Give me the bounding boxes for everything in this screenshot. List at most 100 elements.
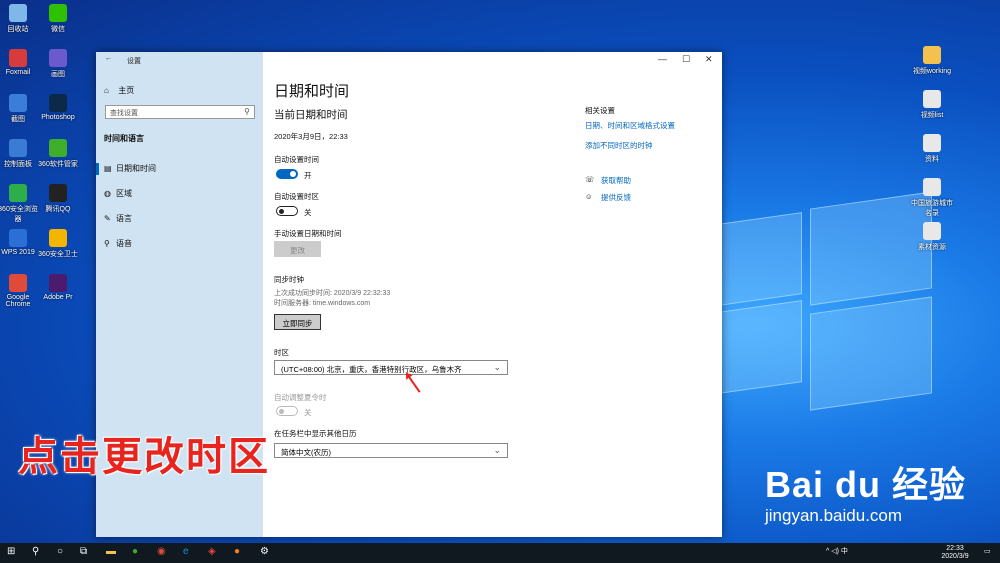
add-clocks-link[interactable]: 添加不同时区的时钟 — [585, 140, 653, 151]
cortana-icon[interactable]: ○ — [57, 546, 63, 557]
desktop-icon-label: 画图 — [51, 71, 65, 78]
sync-title: 同步时钟 — [274, 275, 304, 284]
sync-last-time: 上次成功同步时间: 2020/3/9 22:32:33 — [274, 290, 391, 297]
chrome-icon[interactable]: ◉ — [157, 546, 166, 557]
app-icon — [9, 184, 27, 202]
app-icon — [9, 229, 27, 247]
desktop-icon-label: WPS 2019 — [1, 249, 35, 256]
notification-icon[interactable]: ▭ — [984, 548, 991, 556]
task-view-icon[interactable]: ⧉ — [80, 546, 87, 557]
back-icon[interactable]: ← — [105, 55, 112, 62]
app-icon — [923, 90, 941, 108]
dst-label: 自动调整夏令时 — [274, 393, 327, 402]
clock-date: 2020/3/9 — [941, 553, 969, 560]
desktop-icon-label: 腾讯QQ — [45, 206, 71, 213]
app-icon — [49, 139, 67, 157]
change-button[interactable]: 更改 — [274, 241, 321, 257]
desktop-icon-label: 回收站 — [7, 26, 29, 33]
app-icon — [923, 134, 941, 152]
app-icon — [923, 46, 941, 64]
search-placeholder: 查找设置 — [110, 110, 138, 117]
desktop-icon[interactable]: 中国旅游城市名录 — [910, 178, 954, 218]
file-explorer-icon[interactable]: ▬ — [106, 546, 116, 557]
language-icon: ✎ — [104, 214, 111, 223]
desktop-icon[interactable]: 腾讯QQ — [36, 184, 80, 214]
sidebar-item[interactable]: ⚲ 语音 — [104, 238, 132, 249]
auto-zone-toggle[interactable] — [276, 206, 298, 216]
360-browser-icon[interactable]: ● — [132, 546, 138, 557]
get-help-link[interactable]: 获取帮助 — [601, 175, 631, 186]
sidebar-item-label: 日期和时间 — [116, 164, 156, 173]
timezone-dropdown[interactable]: (UTC+08:00) 北京，重庆，香港特别行政区，乌鲁木齐 ⌄ — [274, 360, 508, 375]
desktop-icon[interactable]: 视频list — [910, 90, 954, 120]
sidebar-item-label: 语言 — [116, 214, 132, 223]
tutorial-caption: 点击更改时区 — [18, 435, 270, 479]
current-datetime: 2020年3月9日，22:33 — [274, 132, 348, 141]
desktop-icon[interactable]: 资料 — [910, 134, 954, 164]
desktop-icon[interactable]: 360安全卫士 — [36, 229, 80, 259]
desktop-icon-label: 素材资源 — [918, 244, 946, 251]
sidebar-home[interactable]: ⌂ 主页 — [104, 85, 134, 96]
dst-toggle — [276, 406, 298, 416]
desktop-icon-label: 资料 — [925, 156, 939, 163]
desktop-icon[interactable]: WPS 2019 — [0, 229, 40, 256]
system-tray-icons[interactable]: ^ ◁) 中 — [826, 548, 848, 556]
windows-logo-wallpaper — [690, 191, 932, 411]
auto-zone-state: 关 — [304, 208, 312, 217]
desktop-icon[interactable]: 微信 — [36, 4, 80, 34]
clock[interactable]: 22:33 2020/3/9 — [938, 545, 972, 561]
desktop-icon-label: 控制面板 — [4, 161, 32, 168]
feedback-icon: ☺ — [585, 192, 593, 201]
close-button[interactable]: ✕ — [705, 54, 713, 65]
calendar-value: 简体中文(农历) — [281, 448, 331, 457]
desktop-icon[interactable]: 素材资源 — [910, 222, 954, 252]
desktop-icon[interactable]: 360软件管家 — [36, 139, 80, 169]
sidebar-item-label: 语音 — [116, 239, 132, 248]
auto-time-label: 自动设置时间 — [274, 155, 319, 164]
start-icon[interactable]: ⊞ — [7, 546, 15, 557]
desktop-icon[interactable]: 控制面板 — [0, 139, 40, 169]
desktop-icon[interactable]: Photoshop — [36, 94, 80, 121]
calendar-dropdown[interactable]: 简体中文(农历) ⌄ — [274, 443, 508, 458]
desktop-icon[interactable]: Adobe Pr — [36, 274, 80, 301]
desktop-icon-label: 截图 — [11, 116, 25, 123]
app-icon[interactable]: ◈ — [208, 546, 216, 557]
desktop-icon[interactable]: 视频working — [910, 46, 954, 76]
desktop-icon-label: Foxmail — [5, 69, 31, 76]
desktop-icon[interactable]: 360安全浏览器 — [0, 184, 40, 224]
app-icon — [923, 222, 941, 240]
app-icon — [49, 94, 67, 112]
app-icon — [49, 274, 67, 292]
desktop-icon[interactable]: 画图 — [36, 49, 80, 79]
page-title: 日期和时间 — [274, 83, 350, 100]
app-icon — [9, 274, 27, 292]
app-icon — [9, 94, 27, 112]
sidebar-section-title: 时间和语言 — [104, 134, 144, 143]
sidebar-item[interactable]: ✎ 语言 — [104, 213, 132, 224]
sidebar-item-label: 区域 — [116, 189, 132, 198]
edge-icon[interactable]: e — [183, 546, 189, 557]
search-input[interactable]: 查找设置 ⚲ — [105, 105, 255, 119]
firefox-icon[interactable]: ● — [234, 546, 240, 557]
date-time-region-format-link[interactable]: 日期、时间和区域格式设置 — [585, 120, 675, 131]
sync-now-button[interactable]: 立即同步 — [274, 314, 321, 330]
desktop-icon[interactable]: Google Chrome — [0, 274, 40, 308]
calendar-icon: ▤ — [104, 164, 112, 173]
desktop-icon[interactable]: 截图 — [0, 94, 40, 124]
sidebar-item[interactable]: ◍ 区域 — [104, 188, 132, 199]
section-current-time: 当前日期和时间 — [274, 109, 348, 121]
app-icon — [49, 229, 67, 247]
manual-time-label: 手动设置日期和时间 — [274, 229, 342, 238]
app-icon — [49, 184, 67, 202]
sync-server: 时间服务器: time.windows.com — [274, 300, 371, 307]
desktop-icon[interactable]: 回收站 — [0, 4, 40, 34]
desktop-icon[interactable]: Foxmail — [0, 49, 40, 76]
desktop-icon-label: 360安全浏览器 — [0, 206, 38, 223]
sidebar-item[interactable]: ▤ 日期和时间 — [104, 163, 156, 174]
search-icon[interactable]: ⚲ — [32, 546, 39, 557]
auto-time-state: 开 — [304, 171, 312, 180]
give-feedback-link[interactable]: 提供反馈 — [601, 192, 631, 203]
dst-state: 关 — [304, 408, 312, 417]
auto-time-toggle[interactable] — [276, 169, 298, 179]
settings-gear-icon[interactable]: ⚙ — [260, 546, 269, 557]
